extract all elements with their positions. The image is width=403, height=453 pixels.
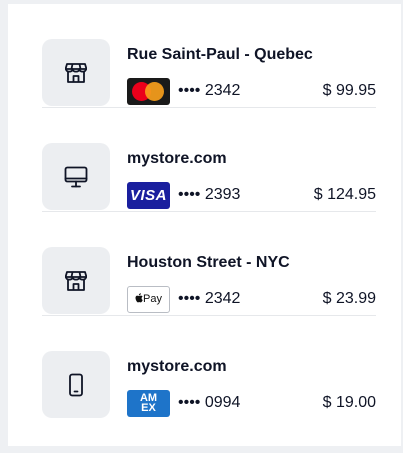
smartphone-icon <box>42 351 110 418</box>
visa-logo: VISA <box>127 182 170 209</box>
card-last-digits: •••• 2342 <box>178 82 241 99</box>
transaction-list: Rue Saint-Paul - Quebec •••• 2342 $ 99.9… <box>42 4 376 419</box>
card-last-digits: •••• 2393 <box>178 186 241 203</box>
card-last-digits: •••• 0994 <box>178 394 241 411</box>
monitor-icon <box>42 143 110 210</box>
card-last-digits: •••• 2342 <box>178 290 241 307</box>
mastercard-logo <box>127 78 170 105</box>
store-icon <box>42 39 110 106</box>
transaction-amount: $ 23.99 <box>322 290 376 307</box>
transaction-amount: $ 19.00 <box>322 394 376 411</box>
merchant-name: Rue Saint-Paul - Quebec <box>127 46 313 63</box>
transaction-item[interactable]: Houston Street - NYC Pay •••• 2342 $ 23.… <box>42 212 376 316</box>
amex-label-bottom: EX <box>141 402 156 414</box>
apple-pay-label: Pay <box>143 293 162 305</box>
transaction-item[interactable]: mystore.com VISA •••• 2393 $ 124.95 <box>42 108 376 212</box>
transaction-item[interactable]: mystore.com AM EX •••• 0994 $ 19.00 <box>42 316 376 419</box>
merchant-name: mystore.com <box>127 150 227 167</box>
merchant-name: Houston Street - NYC <box>127 254 290 271</box>
apple-pay-logo: Pay <box>127 286 170 313</box>
transaction-item[interactable]: Rue Saint-Paul - Quebec •••• 2342 $ 99.9… <box>42 4 376 108</box>
store-icon <box>42 247 110 314</box>
american-express-logo: AM EX <box>127 390 170 417</box>
transaction-amount: $ 124.95 <box>313 186 376 203</box>
apple-icon <box>135 293 143 303</box>
merchant-name: mystore.com <box>127 358 227 375</box>
transactions-panel: Rue Saint-Paul - Quebec •••• 2342 $ 99.9… <box>8 4 401 446</box>
transaction-amount: $ 99.95 <box>322 82 376 99</box>
